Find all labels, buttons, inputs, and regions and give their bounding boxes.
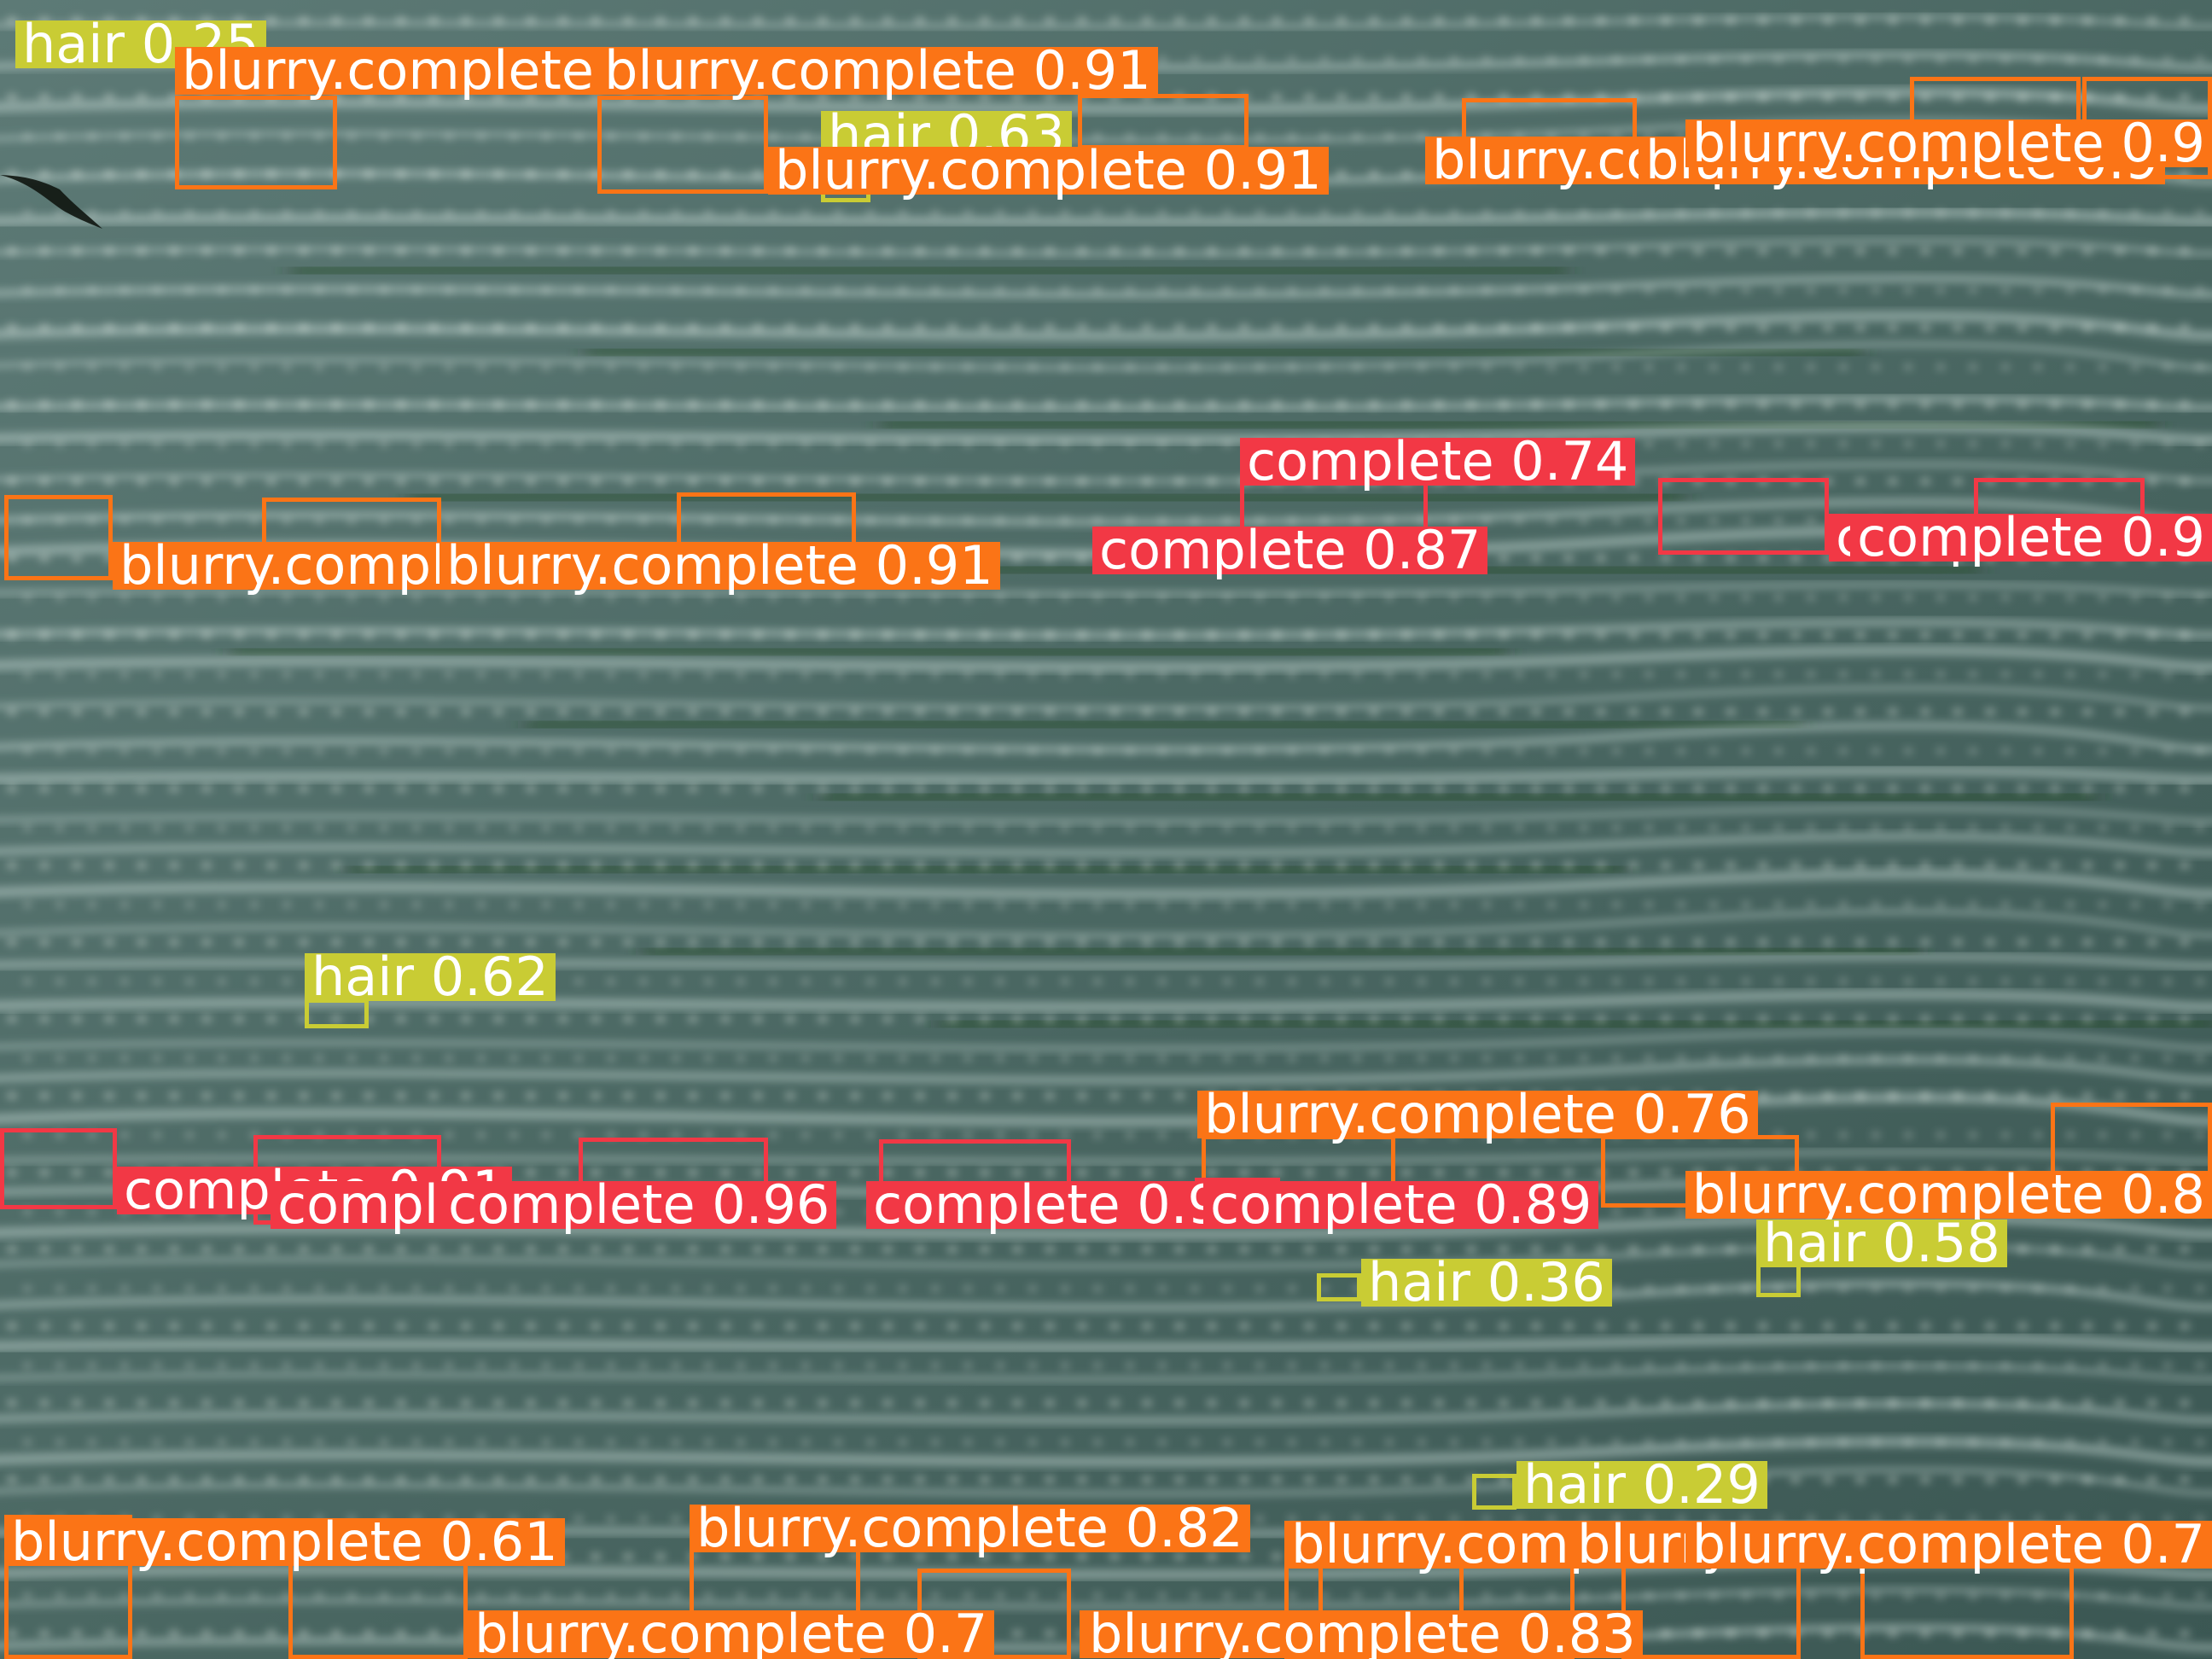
detection-label: complete 0.9 bbox=[1850, 511, 2212, 564]
detection-label: blurry.complete 0.61 bbox=[4, 1516, 565, 1569]
detection-label: hair 0.62 bbox=[305, 951, 556, 1004]
detection-label: blurry.complete 0.9 bbox=[1685, 117, 2212, 170]
detection-box-hair bbox=[1317, 1273, 1361, 1301]
detection-box-complete bbox=[1658, 478, 1829, 555]
detection-label: complete 0.95 bbox=[866, 1179, 1262, 1231]
detection-label: blurry.complete 0.91 bbox=[439, 539, 1000, 592]
detection-label: blurry.complete 0.7 bbox=[468, 1608, 995, 1659]
detection-label: hair 0.58 bbox=[1756, 1217, 2007, 1270]
detection-label: hair 0.29 bbox=[1516, 1458, 1767, 1511]
detection-label: hair 0.36 bbox=[1361, 1256, 1612, 1309]
detection-label: complete 0.74 bbox=[1240, 435, 1636, 488]
detection-label: blurry.complete 0.91 bbox=[768, 144, 1329, 197]
detection-label: complete 0.89 bbox=[1203, 1179, 1599, 1231]
detection-label: blurry.complete 0.82 bbox=[690, 1502, 1250, 1555]
detection-box-hair bbox=[1472, 1474, 1516, 1510]
detection-box-blurry-complete bbox=[175, 96, 337, 189]
detection-image: hair 0.25 blurry.complete 0.91 blurry.comp… bbox=[0, 0, 2212, 1659]
detection-label: complete 0.87 bbox=[1092, 524, 1488, 577]
detection-label: blurry.complete 0.76 bbox=[1197, 1088, 1758, 1141]
detection-box-blurry-complete bbox=[4, 495, 113, 580]
detection-label: complete 0.96 bbox=[441, 1179, 837, 1231]
detection-label: blurry.complete 0.91 bbox=[597, 44, 1158, 97]
detection-box-complete bbox=[0, 1128, 117, 1209]
detection-label: blurry.complete 0.7 bbox=[1685, 1518, 2212, 1571]
detection-box-blurry-complete bbox=[597, 96, 768, 194]
detection-label: blurry.complete 0.83 bbox=[1082, 1608, 1643, 1659]
